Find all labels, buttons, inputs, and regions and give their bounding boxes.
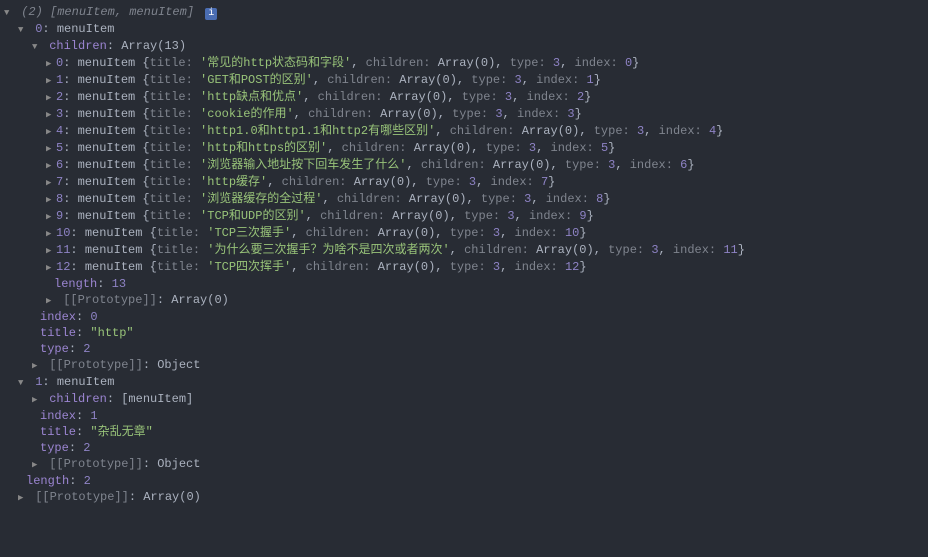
child-row[interactable]: 11: menuItem {title: '为什么要三次握手？为啥不是四次或者两…: [0, 242, 928, 259]
child-row[interactable]: 9: menuItem {title: 'TCP和UDP的区别', childr…: [0, 208, 928, 225]
child-class: menuItem: [78, 107, 143, 121]
child-class: menuItem: [78, 192, 143, 206]
expand-icon[interactable]: [32, 38, 42, 55]
array-length: length: 2: [0, 473, 928, 489]
info-icon[interactable]: i: [205, 8, 217, 20]
expand-icon[interactable]: [46, 55, 56, 72]
prototype-row[interactable]: [[Prototype]]: Array(0): [0, 292, 928, 309]
expand-icon[interactable]: [46, 225, 56, 242]
expand-icon[interactable]: [46, 242, 56, 259]
child-index: 12: [56, 260, 70, 274]
expand-icon[interactable]: [46, 72, 56, 89]
expand-icon[interactable]: [46, 157, 56, 174]
expand-icon[interactable]: [46, 174, 56, 191]
child-class: menuItem: [78, 158, 143, 172]
expand-icon[interactable]: [46, 123, 56, 140]
child-title: 'http和https的区别': [200, 141, 327, 155]
child-class: menuItem: [78, 124, 143, 138]
prop-title: title: "http": [0, 325, 928, 341]
child-row[interactable]: 4: menuItem {title: 'http1.0和http1.1和htt…: [0, 123, 928, 140]
child-title: 'TCP和UDP的区别': [200, 209, 306, 223]
expand-icon[interactable]: [46, 89, 56, 106]
prototype-row[interactable]: [[Prototype]]: Object: [0, 357, 928, 374]
child-row[interactable]: 3: menuItem {title: 'cookie的作用', childre…: [0, 106, 928, 123]
child-class: menuItem: [78, 209, 143, 223]
child-row[interactable]: 12: menuItem {title: 'TCP四次挥手', children…: [0, 259, 928, 276]
child-class: menuItem: [78, 175, 143, 189]
expand-icon[interactable]: [46, 191, 56, 208]
child-index: 11: [56, 243, 70, 257]
child-class: menuItem: [85, 260, 150, 274]
child-title: 'GET和POST的区别': [200, 73, 313, 87]
child-title: '浏览器输入地址按下回车发生了什么': [200, 158, 406, 172]
child-row[interactable]: 10: menuItem {title: 'TCP三次握手', children…: [0, 225, 928, 242]
expand-icon[interactable]: [4, 4, 14, 21]
child-row[interactable]: 2: menuItem {title: 'http缺点和优点', childre…: [0, 89, 928, 106]
child-title: 'http缓存': [200, 175, 267, 189]
child-row[interactable]: 5: menuItem {title: 'http和https的区别', chi…: [0, 140, 928, 157]
prop-index: index: 0: [0, 309, 928, 325]
child-row[interactable]: 1: menuItem {title: 'GET和POST的区别', child…: [0, 72, 928, 89]
expand-icon[interactable]: [18, 21, 28, 38]
prop-title: title: "杂乱无章": [0, 424, 928, 440]
child-title: 'TCP三次握手': [207, 226, 291, 240]
child-row[interactable]: 0: menuItem {title: '常见的http状态码和字段', chi…: [0, 55, 928, 72]
child-title: '为什么要三次握手？为啥不是四次或者两次': [207, 243, 449, 257]
child-class: menuItem: [78, 141, 143, 155]
expand-icon[interactable]: [46, 106, 56, 123]
child-class: menuItem: [85, 243, 150, 257]
expand-icon[interactable]: [32, 456, 42, 473]
children-collapsed[interactable]: children: [menuItem]: [0, 391, 928, 408]
expand-icon[interactable]: [46, 208, 56, 225]
child-class: menuItem: [78, 73, 143, 87]
array-root[interactable]: (2) [menuItem, menuItem] i: [0, 4, 928, 21]
child-class: menuItem: [78, 56, 143, 70]
tree-node-1[interactable]: 1: menuItem: [0, 374, 928, 391]
prototype-row[interactable]: [[Prototype]]: Object: [0, 456, 928, 473]
child-row[interactable]: 7: menuItem {title: 'http缓存', children: …: [0, 174, 928, 191]
tree-node-0[interactable]: 0: menuItem: [0, 21, 928, 38]
expand-icon[interactable]: [18, 374, 28, 391]
prototype-row[interactable]: [[Prototype]]: Array(0): [0, 489, 928, 506]
prop-type: type: 2: [0, 440, 928, 456]
children-array[interactable]: children: Array(13): [0, 38, 928, 55]
child-row[interactable]: 6: menuItem {title: '浏览器输入地址按下回车发生了什么', …: [0, 157, 928, 174]
root-count: (2): [21, 5, 43, 19]
child-class: menuItem: [85, 226, 150, 240]
child-index: 10: [56, 226, 70, 240]
child-title: 'cookie的作用': [200, 107, 294, 121]
prop-type: type: 2: [0, 341, 928, 357]
prop-index: index: 1: [0, 408, 928, 424]
child-title: 'http缺点和优点': [200, 90, 303, 104]
expand-icon[interactable]: [46, 259, 56, 276]
expand-icon[interactable]: [46, 292, 56, 309]
expand-icon[interactable]: [32, 357, 42, 374]
array-length: length: 13: [0, 276, 928, 292]
child-row[interactable]: 8: menuItem {title: '浏览器缓存的全过程', childre…: [0, 191, 928, 208]
root-summary: [menuItem, menuItem]: [50, 5, 194, 19]
expand-icon[interactable]: [18, 489, 28, 506]
expand-icon[interactable]: [46, 140, 56, 157]
child-title: '浏览器缓存的全过程': [200, 192, 322, 206]
child-class: menuItem: [78, 90, 143, 104]
child-title: 'http1.0和http1.1和http2有哪些区别': [200, 124, 435, 138]
child-title: '常见的http状态码和字段': [200, 56, 351, 70]
child-title: 'TCP四次挥手': [207, 260, 291, 274]
expand-icon[interactable]: [32, 391, 42, 408]
